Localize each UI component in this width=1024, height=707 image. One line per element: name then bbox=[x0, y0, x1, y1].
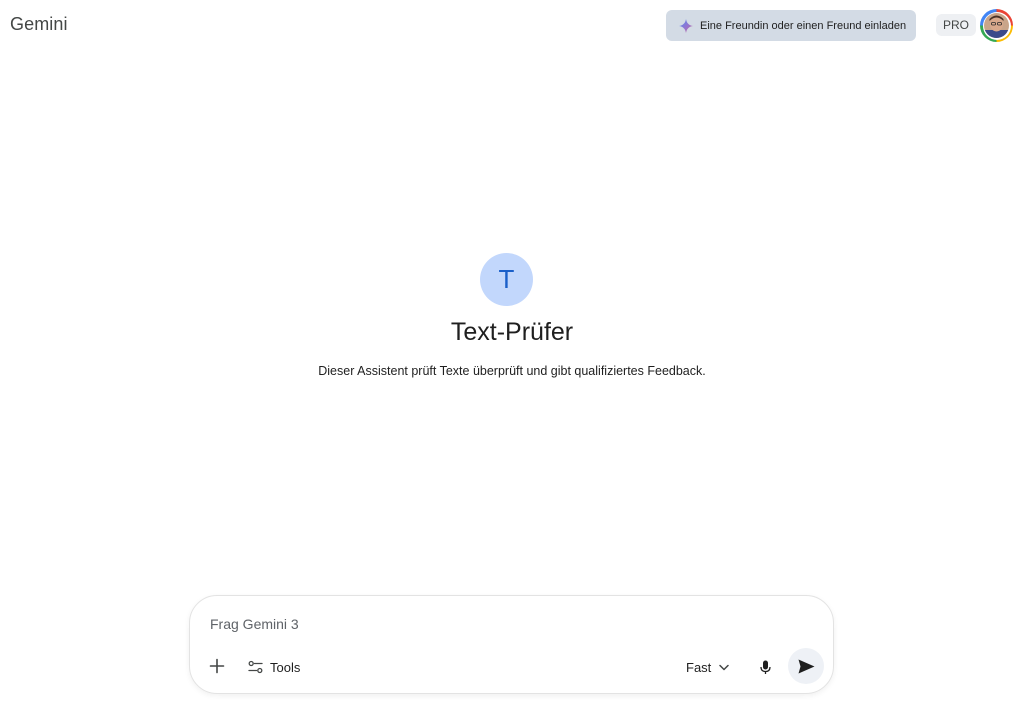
sparkle-icon bbox=[679, 18, 693, 33]
microphone-button[interactable] bbox=[754, 654, 776, 680]
model-selector[interactable]: Fast bbox=[686, 656, 730, 678]
tools-label: Tools bbox=[270, 659, 301, 675]
send-icon bbox=[798, 659, 814, 673]
tools-sliders-icon bbox=[248, 660, 263, 674]
prompt-input[interactable] bbox=[210, 610, 770, 638]
model-label: Fast bbox=[686, 659, 712, 675]
add-attachment-button[interactable] bbox=[204, 654, 230, 680]
top-bar: Gemini Eine Freundin oder einen Freund e… bbox=[0, 0, 1024, 52]
tools-button[interactable]: Tools bbox=[248, 656, 300, 678]
gem-title: Text-Prüfer bbox=[450, 318, 574, 346]
brand-title[interactable]: Gemini bbox=[10, 14, 68, 35]
gem-description: Dieser Assistent prüft Texte überprüft u… bbox=[318, 364, 706, 378]
avatar-image bbox=[984, 13, 1009, 38]
send-button[interactable] bbox=[788, 648, 824, 684]
prompt-box: Tools Fast bbox=[189, 595, 834, 694]
gem-avatar-icon: T bbox=[480, 253, 533, 306]
invite-friend-button[interactable]: Eine Freundin oder einen Freund einladen bbox=[666, 10, 916, 41]
plus-icon bbox=[209, 654, 225, 680]
account-avatar[interactable] bbox=[980, 9, 1013, 42]
invite-friend-label: Eine Freundin oder einen Freund einladen bbox=[700, 19, 907, 32]
microphone-icon bbox=[759, 660, 771, 674]
gemini-app: Gemini Eine Freundin oder einen Freund e… bbox=[0, 0, 1024, 707]
pro-badge[interactable]: PRO bbox=[936, 14, 977, 36]
chevron-down-icon bbox=[719, 664, 730, 670]
